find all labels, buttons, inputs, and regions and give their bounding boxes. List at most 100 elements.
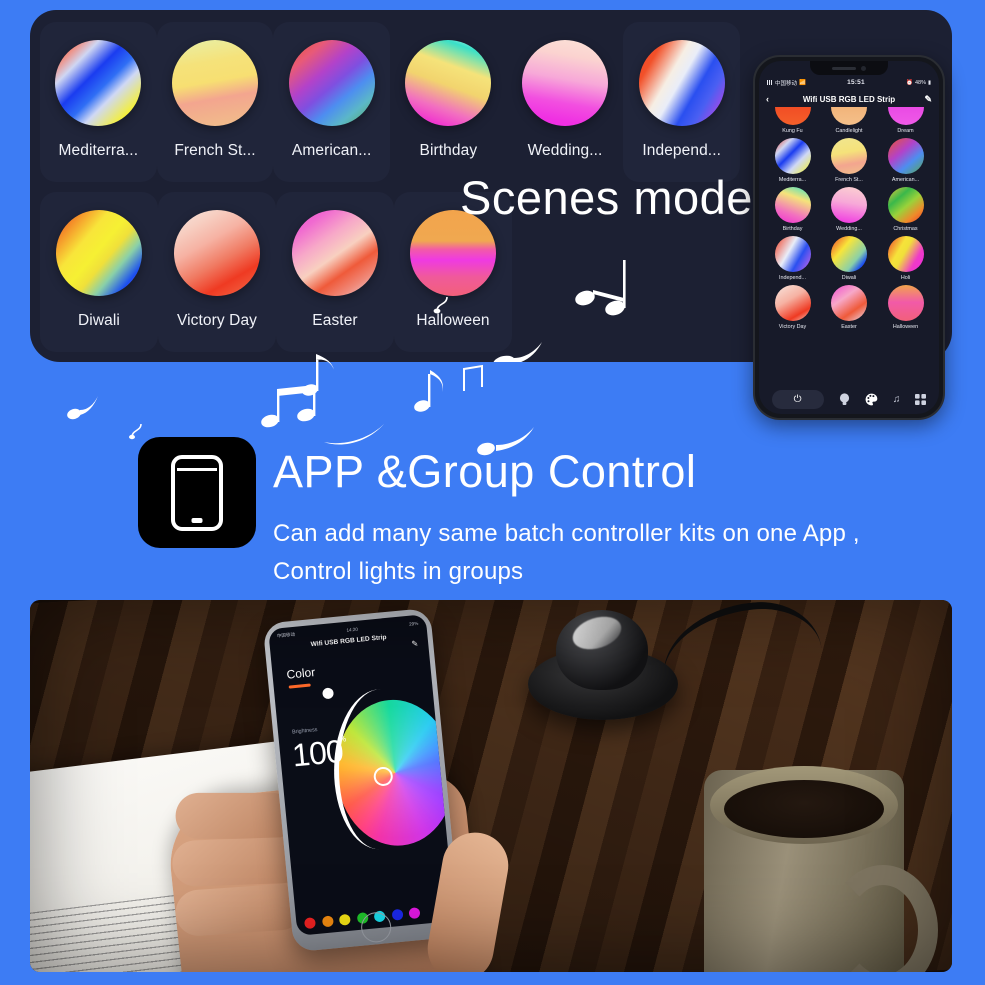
scene-orb-icon <box>831 236 867 272</box>
phone-scene-cell[interactable]: Holi <box>878 236 933 281</box>
scene-label: Dream <box>897 128 914 134</box>
phone-grid-row: Independ... Diwali Holi <box>765 236 933 281</box>
scene-label: Kung Fu <box>782 128 803 134</box>
scene-orb-icon <box>174 210 260 296</box>
phone-scene-cell[interactable]: Candlelight <box>822 107 877 134</box>
music-note-icon <box>67 396 98 420</box>
product-lifestyle-photo: 中国移动 14:20 29% Wifi USB RGB LED Strip ✎ … <box>30 600 952 972</box>
scenes-mode-title: Scenes mode <box>460 171 753 224</box>
phone-notch <box>810 61 888 75</box>
scene-label: French St... <box>835 177 863 183</box>
scene-orb-icon <box>288 40 375 126</box>
phone-scene-cell[interactable]: Wedding... <box>822 187 877 232</box>
scene-orb-icon <box>774 107 811 125</box>
scene-label: Mediterra... <box>58 142 139 159</box>
phone-scene-cell[interactable]: Easter <box>822 285 877 330</box>
phone-scene-cell[interactable]: Dream <box>878 107 933 134</box>
app-control-line-2: Control lights in groups <box>273 558 524 585</box>
photo-vignette <box>30 600 952 972</box>
app-control-title: APP &Group Control <box>273 446 697 497</box>
front-camera-icon <box>861 65 866 71</box>
scene-tile[interactable]: Birthday <box>390 22 507 182</box>
palette-icon[interactable] <box>865 393 878 406</box>
signal-bars-icon <box>767 80 773 85</box>
scene-label: Wedding... <box>836 226 862 232</box>
phone-scene-cell[interactable]: Independ... <box>765 236 820 281</box>
scene-label: Victory Day <box>176 312 258 329</box>
phone-scene-grid: Kung Fu Candlelight Dream Mediterra... F… <box>765 107 933 388</box>
music-note-icon <box>129 423 142 440</box>
scene-label: Victory Day <box>778 324 807 330</box>
phone-scene-cell[interactable]: Kung Fu <box>765 107 820 134</box>
scene-label: Holi <box>900 275 911 281</box>
scene-orb-icon <box>56 210 142 296</box>
scene-orb-icon <box>887 236 924 272</box>
phone-scene-cell[interactable]: Halloween <box>878 285 933 330</box>
music-icon[interactable]: ♫ <box>893 394 901 405</box>
scene-label: Independ... <box>779 275 806 281</box>
app-header: ‹ Wifi USB RGB LED Strip ✎ <box>759 91 939 107</box>
scene-label: Christmas <box>893 226 918 232</box>
scene-label: Birthday <box>419 142 478 159</box>
app-header-title: Wifi USB RGB LED Strip <box>802 94 896 104</box>
scene-orb-icon <box>887 107 924 125</box>
scene-orb-icon <box>638 40 725 126</box>
scene-tile[interactable]: Mediterra... <box>40 22 157 182</box>
scene-label: Easter <box>841 324 857 330</box>
scene-orb-icon <box>172 40 258 126</box>
phone-scene-cell[interactable]: Christmas <box>878 187 933 232</box>
scene-tile[interactable]: Independ... <box>623 22 741 182</box>
phone-home-button <box>191 517 203 523</box>
scene-orb-icon <box>522 40 609 126</box>
scene-label: Diwali <box>78 312 120 329</box>
scene-orb-icon <box>405 40 492 126</box>
scene-label: Wedding... <box>527 142 603 159</box>
scene-orb-icon <box>887 285 924 321</box>
power-icon[interactable]: ⏻ <box>771 390 824 409</box>
scene-tile[interactable]: Victory Day <box>158 192 276 352</box>
phone-scene-cell[interactable]: French St... <box>822 138 877 183</box>
carrier-label: 中国移动 <box>775 80 798 87</box>
scene-tile[interactable]: French St... <box>156 22 274 182</box>
scene-tile[interactable]: Easter <box>276 192 394 352</box>
battery-percent: 48% <box>914 79 926 86</box>
phone-grid-row: Mediterra... French St... American... <box>765 138 933 183</box>
alarm-icon: ⏰ <box>906 79 913 86</box>
scene-label: Easter <box>312 312 358 329</box>
scene-tile[interactable]: Wedding... <box>507 22 624 182</box>
music-note-icon <box>261 385 316 428</box>
grid-icon[interactable] <box>915 394 927 405</box>
scene-label: Candlelight <box>835 128 863 134</box>
scene-tile[interactable]: American... <box>273 22 391 182</box>
bulb-icon[interactable] <box>839 393 850 406</box>
scene-orb-icon <box>887 138 924 174</box>
scenes-row-1: Mediterra... French St... American... Bi… <box>40 22 741 182</box>
scene-orb-icon <box>831 138 867 174</box>
phone-scene-cell[interactable]: Diwali <box>822 236 877 281</box>
phone-scene-cell[interactable]: American... <box>878 138 933 183</box>
phone-earpiece-bar <box>177 467 217 471</box>
scene-label: Birthday <box>782 226 803 232</box>
scene-orb-icon <box>55 40 142 126</box>
battery-icon: ▮ <box>927 79 931 86</box>
phone-grid-row: Victory Day Easter Halloween <box>765 285 933 330</box>
scene-tile[interactable]: Diwali <box>40 192 158 352</box>
music-note-icon <box>324 424 384 445</box>
phone-mockup: 中国移动 📶 15:51 ⏰ 48% ▮ ‹ Wifi USB RGB LED … <box>753 55 945 420</box>
statusbar-right: ⏰ 48% ▮ <box>906 80 931 86</box>
phone-scene-cell[interactable]: Mediterra... <box>765 138 820 183</box>
smartphone-app-icon <box>138 437 256 548</box>
scene-label: Mediterra... <box>778 177 807 183</box>
scene-label: American... <box>291 142 372 159</box>
phone-scene-cell[interactable]: Birthday <box>765 187 820 232</box>
scene-label: Halloween <box>416 312 490 329</box>
pencil-icon[interactable]: ✎ <box>924 94 932 105</box>
back-icon[interactable]: ‹ <box>766 94 769 104</box>
music-note-icon <box>414 370 443 412</box>
scene-orb-icon <box>774 138 811 174</box>
phone-scene-cell[interactable]: Victory Day <box>765 285 820 330</box>
statusbar-left: 中国移动 📶 <box>767 79 806 87</box>
scene-label: French St... <box>174 142 256 159</box>
app-control-line-1: Can add many same batch controller kits … <box>273 520 860 547</box>
scene-orb-icon <box>831 285 867 321</box>
